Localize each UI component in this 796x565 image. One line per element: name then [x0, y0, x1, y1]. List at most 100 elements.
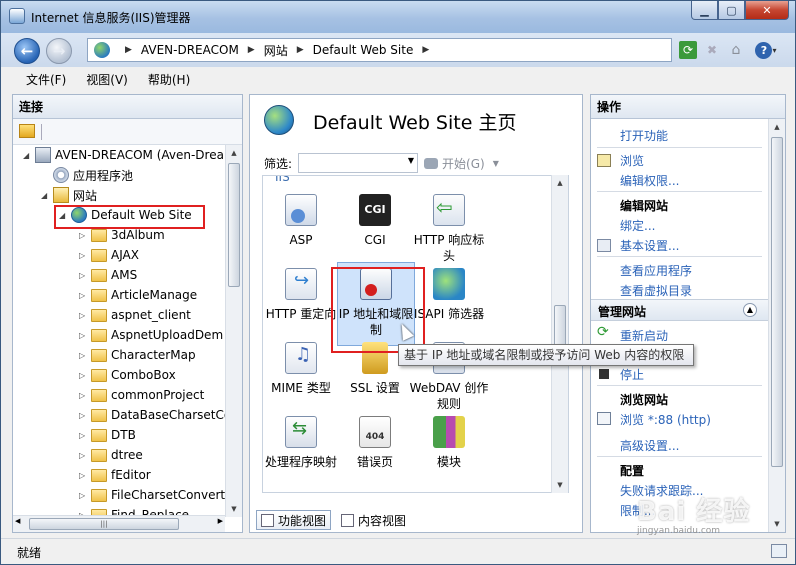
manage-site-section[interactable]: 管理网站 ▲	[591, 299, 769, 321]
connect-icon[interactable]	[19, 124, 35, 138]
action-browse[interactable]: 浏览	[620, 152, 644, 169]
chevron-down-icon[interactable]: ▼	[408, 156, 414, 165]
feature-handler-mappings[interactable]: 处理程序映射	[263, 416, 341, 470]
tree-node-folder[interactable]: ▷ DataBaseCharsetCo	[79, 405, 227, 425]
menu-help[interactable]: 帮助(H)	[148, 71, 190, 88]
divider	[597, 256, 762, 257]
go-button[interactable]: 开始(G) ▼	[424, 155, 499, 172]
collapse-icon[interactable]: ▲	[743, 303, 757, 317]
tree-vertical-scrollbar[interactable]: ▲ ▼	[225, 145, 242, 517]
chevron-down-icon[interactable]: ▼	[493, 159, 499, 168]
expand-arrow-icon[interactable]: ▷	[79, 451, 89, 460]
expand-arrow-icon[interactable]: ▷	[79, 471, 89, 480]
tree-node-folder[interactable]: ▷ FileCharsetConvert	[79, 485, 225, 505]
filter-input[interactable]: ▼	[298, 153, 419, 173]
scroll-thumb[interactable]: |||	[29, 518, 179, 530]
action-browse-port[interactable]: 浏览 *:88 (http)	[620, 411, 711, 428]
address-bar[interactable]: ▶ AVEN-DREACOM ▶ 网站 ▶ Default Web Site ▶	[87, 38, 672, 62]
tab-features-view[interactable]: 功能视图	[256, 510, 332, 530]
tree-node-folder[interactable]: ▷ AJAX	[79, 245, 139, 265]
expand-arrow-icon[interactable]: ▷	[79, 491, 89, 500]
back-button[interactable]: ←	[14, 38, 40, 64]
tab-content-view[interactable]: 内容视图	[337, 510, 410, 530]
expand-arrow-icon[interactable]: ▷	[79, 431, 89, 440]
stop-icon[interactable]: ✖	[703, 41, 721, 59]
breadcrumb-server[interactable]: AVEN-DREACOM	[141, 43, 239, 57]
feature-http-response-headers[interactable]: HTTP 响应标头	[409, 194, 489, 264]
home-icon[interactable]: ⌂	[727, 41, 745, 59]
scroll-right-arrow-icon[interactable]: ▶	[218, 517, 223, 525]
collapse-arrow-icon[interactable]: ◢	[41, 191, 51, 200]
feature-mime-types[interactable]: MIME 类型	[263, 342, 341, 396]
content-view-icon	[341, 513, 355, 527]
iis-app-icon	[9, 8, 25, 24]
expand-arrow-icon[interactable]: ▷	[79, 251, 89, 260]
menu-file[interactable]: 文件(F)	[26, 71, 66, 88]
connections-pane: 连接 ◢ AVEN-DREACOM (Aven-Drea 应用程序池 ◢ 网站 ◢ D…	[12, 94, 243, 533]
feature-http-redirect[interactable]: HTTP 重定向	[263, 268, 341, 322]
tree-node-folder[interactable]: ▷ fEditor	[79, 465, 151, 485]
tree-node-folder[interactable]: ▷ commonProject	[79, 385, 204, 405]
breadcrumb-site[interactable]: Default Web Site	[313, 43, 414, 57]
action-advanced-settings[interactable]: 高级设置...	[620, 437, 679, 454]
expand-arrow-icon[interactable]: ▷	[79, 371, 89, 380]
scroll-thumb[interactable]	[228, 163, 240, 287]
scroll-up-arrow-icon[interactable]: ▲	[226, 145, 242, 161]
tree-node-folder[interactable]: ▷ ComboBox	[79, 365, 176, 385]
expand-arrow-icon[interactable]: ▷	[79, 231, 89, 240]
action-open-feature[interactable]: 打开功能	[620, 127, 668, 144]
tree-node-app-pools[interactable]: 应用程序池	[53, 165, 133, 185]
minimize-button[interactable]: ▁	[691, 1, 718, 20]
action-basic-settings[interactable]: 基本设置...	[620, 237, 679, 254]
features-vertical-scrollbar[interactable]: ▲ ▼	[551, 175, 568, 493]
expand-arrow-icon[interactable]: ▷	[79, 391, 89, 400]
tree-node-sites[interactable]: ◢ 网站	[41, 185, 97, 205]
scroll-down-arrow-icon[interactable]: ▼	[552, 477, 568, 493]
action-view-virtual-directories[interactable]: 查看虚拟目录	[620, 282, 692, 299]
collapse-arrow-icon[interactable]: ◢	[23, 151, 33, 160]
feature-cgi[interactable]: CGI CGI	[335, 194, 415, 248]
close-button[interactable]: ✕	[745, 1, 789, 20]
refresh-icon[interactable]: ⟳	[679, 41, 697, 59]
breadcrumb-sites[interactable]: 网站	[264, 42, 288, 59]
help-icon[interactable]: ? ▾	[751, 41, 781, 59]
scroll-down-arrow-icon[interactable]: ▼	[226, 501, 242, 517]
action-view-applications[interactable]: 查看应用程序	[620, 262, 692, 279]
expand-arrow-icon[interactable]: ▷	[79, 351, 89, 360]
maximize-button[interactable]: ▢	[718, 1, 745, 20]
tree-node-folder[interactable]: ▷ ArticleManage	[79, 285, 197, 305]
tree-label: ComboBox	[111, 368, 176, 382]
actions-vertical-scrollbar[interactable]: ▲ ▼	[768, 119, 785, 532]
tree-node-folder[interactable]: ▷ dtree	[79, 445, 143, 465]
expand-arrow-icon[interactable]: ▷	[79, 291, 89, 300]
stop-icon	[599, 369, 609, 379]
breadcrumb-arrow-icon[interactable]: ▶	[422, 45, 429, 55]
tree-node-folder[interactable]: ▷ AspnetUploadDem	[79, 325, 223, 345]
tree-node-server[interactable]: ◢ AVEN-DREACOM (Aven-Drea	[23, 145, 224, 165]
feature-asp[interactable]: ASP	[263, 194, 341, 248]
action-edit-permissions[interactable]: 编辑权限...	[620, 172, 679, 189]
scroll-left-arrow-icon[interactable]: ◀	[15, 517, 20, 525]
action-restart[interactable]: 重新启动	[620, 327, 668, 344]
feature-error-pages[interactable]: 404 错误页	[335, 416, 415, 470]
tree-horizontal-scrollbar[interactable]: ◀ ||| ▶	[13, 515, 225, 532]
tree-node-folder[interactable]: ▷ AMS	[79, 265, 137, 285]
feature-modules[interactable]: 模块	[409, 416, 489, 470]
tree-node-folder[interactable]: ▷ CharacterMap	[79, 345, 196, 365]
scroll-thumb[interactable]	[771, 137, 783, 467]
forward-button[interactable]: →	[46, 38, 72, 64]
binoculars-icon	[424, 157, 439, 169]
scroll-up-arrow-icon[interactable]: ▲	[552, 175, 568, 191]
tree-node-folder[interactable]: ▷ aspnet_client	[79, 305, 191, 325]
scroll-up-arrow-icon[interactable]: ▲	[769, 119, 785, 135]
expand-arrow-icon[interactable]: ▷	[79, 411, 89, 420]
action-bindings[interactable]: 绑定...	[620, 217, 655, 234]
expand-arrow-icon[interactable]: ▷	[79, 271, 89, 280]
tree-node-folder[interactable]: ▷ DTB	[79, 425, 136, 445]
globe-icon	[94, 42, 110, 58]
expand-arrow-icon[interactable]: ▷	[79, 331, 89, 340]
expand-arrow-icon[interactable]: ▷	[79, 311, 89, 320]
action-stop[interactable]: 停止	[620, 366, 644, 383]
menu-view[interactable]: 视图(V)	[86, 71, 128, 88]
features-view-icon	[261, 513, 274, 527]
